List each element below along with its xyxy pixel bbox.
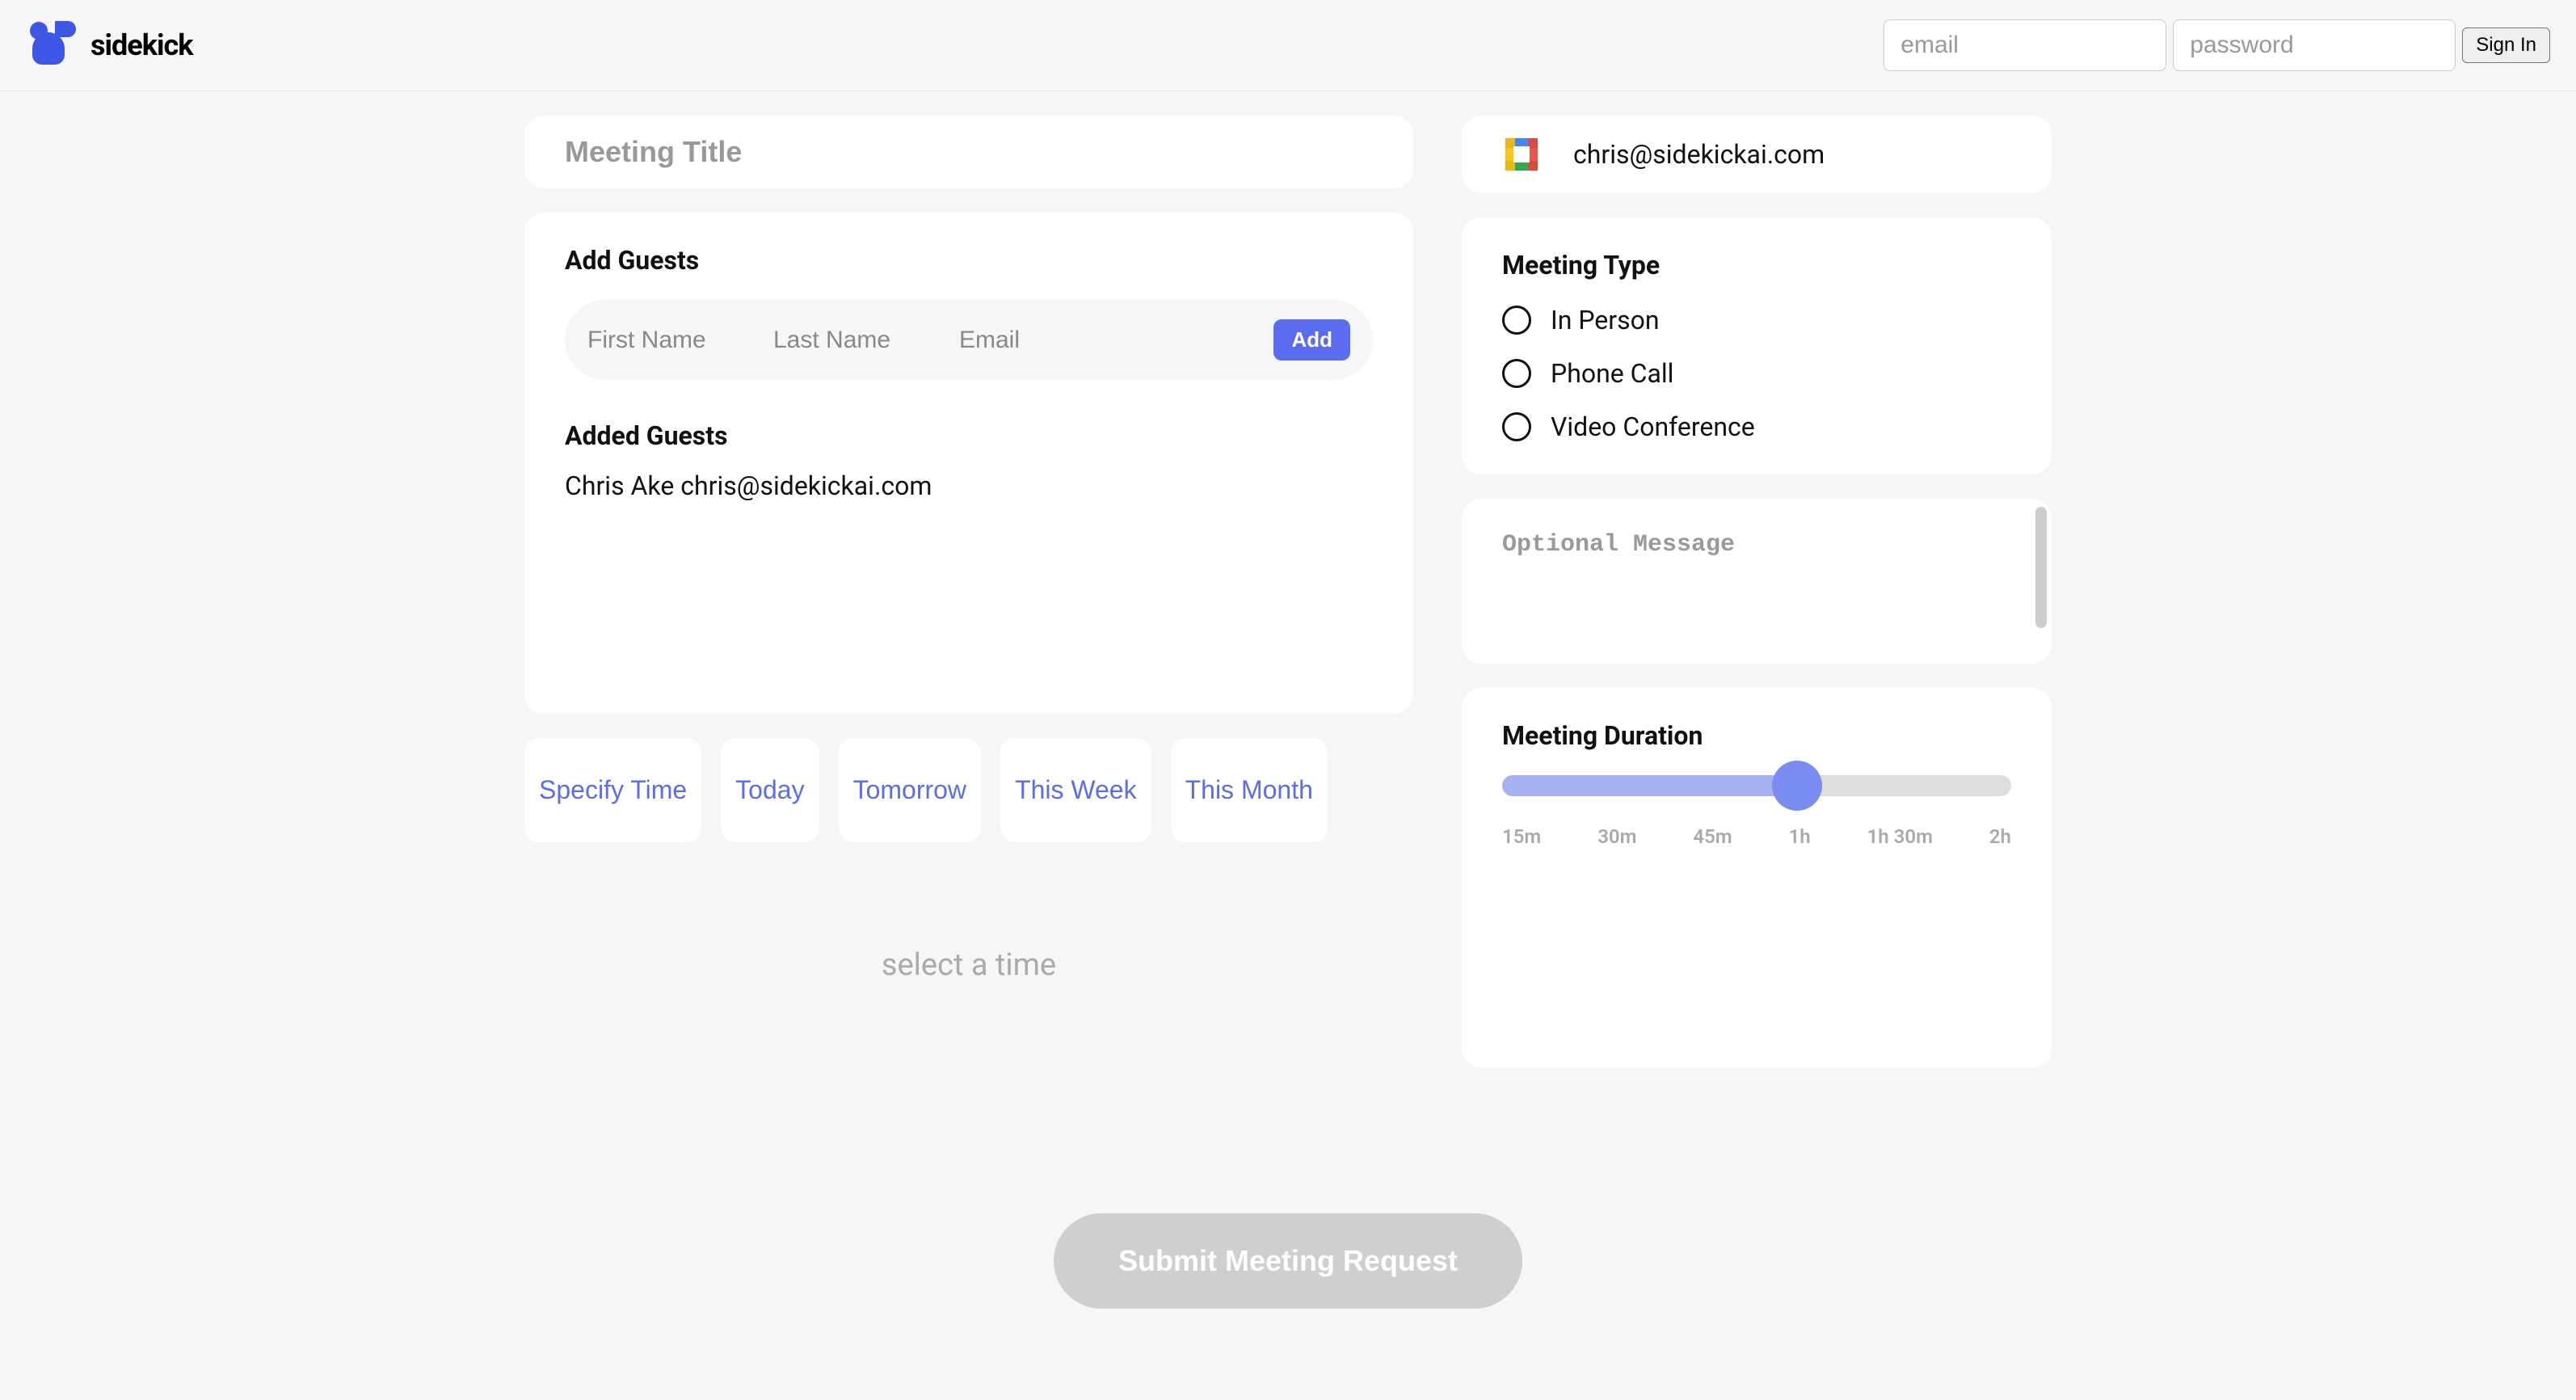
added-guest-item: Chris Ake chris@sidekickai.com xyxy=(565,470,1373,501)
meeting-type-card: Meeting Type In Person Phone Call Video … xyxy=(1462,217,2052,474)
slider-thumb[interactable] xyxy=(1772,761,1822,811)
meeting-title-card xyxy=(524,116,1413,188)
guests-card: Add Guests Add Added Guests Chris Ake ch… xyxy=(524,213,1413,714)
account-card: chris@sidekickai.com xyxy=(1462,116,2052,193)
google-calendar-icon xyxy=(1502,135,1541,174)
tab-this-week[interactable]: This Week xyxy=(1000,738,1151,842)
slider-fill xyxy=(1502,775,1797,796)
tick-30m: 30m xyxy=(1597,825,1636,848)
brand-name: sidekick xyxy=(90,28,192,62)
topbar: sidekick Sign In xyxy=(0,0,2576,91)
logo[interactable]: sidekick xyxy=(26,19,192,71)
time-tabs: Specify Time Today Tomorrow This Week Th… xyxy=(524,738,1413,842)
submit-meeting-request-button[interactable]: Submit Meeting Request xyxy=(1054,1213,1522,1309)
duration-ticks: 15m 30m 45m 1h 1h 30m 2h xyxy=(1502,825,2011,848)
password-field[interactable] xyxy=(2173,19,2456,71)
added-guests-heading: Added Guests xyxy=(565,420,1373,451)
meeting-type-in-person[interactable]: In Person xyxy=(1502,305,2011,335)
add-guests-heading: Add Guests xyxy=(565,245,1373,276)
account-email: chris@sidekickai.com xyxy=(1573,139,1825,170)
select-time-hint: select a time xyxy=(524,947,1413,983)
guest-email-input[interactable] xyxy=(959,327,1249,354)
optional-message-card xyxy=(1462,499,2052,664)
sidekick-logo-icon xyxy=(26,19,78,71)
meeting-title-input[interactable] xyxy=(565,135,1373,169)
tab-tomorrow[interactable]: Tomorrow xyxy=(839,738,981,842)
guest-last-name-input[interactable] xyxy=(773,327,935,354)
add-guest-button[interactable]: Add xyxy=(1273,319,1350,361)
meeting-duration-card: Meeting Duration 15m 30m 45m 1h 1h 30m 2… xyxy=(1462,688,2052,1068)
email-field[interactable] xyxy=(1884,19,2166,71)
auth-controls: Sign In xyxy=(1884,19,2550,71)
optional-message-input[interactable] xyxy=(1462,499,2052,660)
radio-icon xyxy=(1502,359,1531,388)
tab-today[interactable]: Today xyxy=(721,738,819,842)
meeting-type-heading: Meeting Type xyxy=(1502,250,2011,280)
scrollbar[interactable] xyxy=(2035,507,2047,656)
scrollbar-thumb[interactable] xyxy=(2035,507,2047,628)
guest-input-row: Add xyxy=(565,300,1373,380)
sign-in-button[interactable]: Sign In xyxy=(2462,27,2550,63)
tick-45m: 45m xyxy=(1693,825,1732,848)
radio-icon xyxy=(1502,306,1531,335)
meeting-type-phone-call[interactable]: Phone Call xyxy=(1502,358,2011,389)
tick-15m: 15m xyxy=(1502,825,1541,848)
tab-this-month[interactable]: This Month xyxy=(1171,738,1328,842)
radio-label: In Person xyxy=(1551,305,1660,335)
tick-1h: 1h xyxy=(1789,825,1811,848)
meeting-type-video-conference[interactable]: Video Conference xyxy=(1502,411,2011,442)
meeting-duration-heading: Meeting Duration xyxy=(1502,720,2011,751)
duration-slider[interactable]: 15m 30m 45m 1h 1h 30m 2h xyxy=(1502,775,2011,848)
guest-first-name-input[interactable] xyxy=(587,327,749,354)
tick-2h: 2h xyxy=(1989,825,2011,848)
tab-specify-time[interactable]: Specify Time xyxy=(524,738,701,842)
radio-label: Video Conference xyxy=(1551,411,1755,442)
tick-1h30m: 1h 30m xyxy=(1867,825,1933,848)
radio-label: Phone Call xyxy=(1551,358,1673,389)
radio-icon xyxy=(1502,412,1531,441)
